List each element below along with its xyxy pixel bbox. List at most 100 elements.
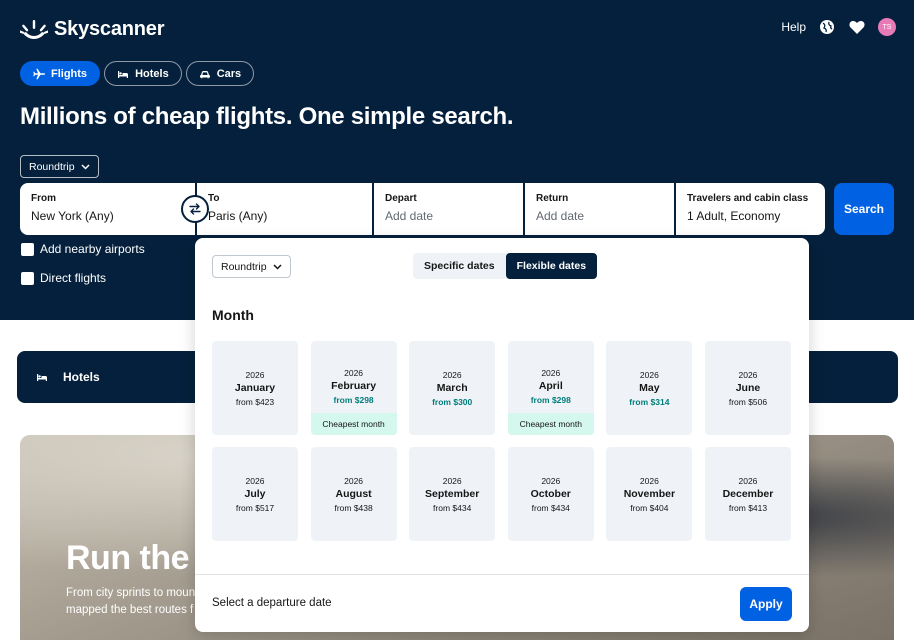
footer-instruction: Select a departure date <box>212 597 332 609</box>
return-field[interactable]: Return Add date <box>525 183 674 235</box>
month-year: 2026 <box>245 370 265 380</box>
popup-trip-type-value: Roundtrip <box>221 260 267 273</box>
month-grid: 2026 January from $423 2026 February from $29… <box>212 341 791 541</box>
depart-field[interactable]: Depart Add date <box>374 183 523 235</box>
bed-icon <box>37 374 47 381</box>
month-year: 2026 <box>442 476 462 486</box>
hotels-banner-label: Hotels <box>63 370 100 384</box>
heart-icon[interactable] <box>848 18 866 36</box>
travelers-field[interactable]: Travelers and cabin class 1 Adult, Econo… <box>676 183 825 235</box>
globe-icon[interactable] <box>818 18 836 36</box>
chevron-down-icon <box>81 163 90 170</box>
month-card[interactable]: 2026 January from $423 <box>212 341 298 435</box>
month-card[interactable]: 2026 October from $434 <box>507 447 594 541</box>
brand-name: Skyscanner <box>54 18 165 40</box>
to-field[interactable]: To Paris (Any) <box>197 183 372 235</box>
tab-hotels-label: Hotels <box>135 67 169 80</box>
month-year: 2026 <box>738 370 758 380</box>
month-price: from $404 <box>630 503 669 513</box>
return-placeholder: Add date <box>536 209 585 223</box>
nearby-airports-checkbox[interactable]: Add nearby airports <box>21 242 145 256</box>
swap-arrows-icon <box>189 203 201 215</box>
trip-type-value: Roundtrip <box>29 160 75 173</box>
direct-flights-label: Direct flights <box>40 271 107 285</box>
top-navigation: Help TS <box>781 18 896 36</box>
avatar[interactable]: TS <box>878 18 896 36</box>
sunrise-logo-icon <box>20 19 48 39</box>
car-icon <box>199 70 210 78</box>
month-year: 2026 <box>738 476 758 486</box>
apply-button[interactable]: Apply <box>740 587 792 621</box>
page-headline: Millions of cheap flights. One simple se… <box>20 103 514 130</box>
promo-subtitle: From city sprints to moun mapped the bes… <box>66 587 196 616</box>
direct-flights-checkbox[interactable]: Direct flights <box>21 271 106 285</box>
month-card[interactable]: 2026 November from $404 <box>606 447 693 541</box>
month-price: from $298 <box>333 395 374 405</box>
depart-label: Depart <box>385 193 417 204</box>
month-card[interactable]: 2026 May from $314 <box>606 341 693 435</box>
checkbox-box[interactable] <box>21 242 34 256</box>
month-name: January <box>234 382 276 394</box>
month-card[interactable]: 2026 June from $506 <box>704 341 791 435</box>
month-card[interactable]: 2026 September from $434 <box>409 447 496 541</box>
travelers-label: Travelers and cabin class <box>687 193 809 204</box>
month-card[interactable]: 2026 April from $298 Cheapest month <box>507 341 594 435</box>
month-name: April <box>538 380 563 392</box>
month-price: from $506 <box>728 397 768 407</box>
tab-cars-label: Cars <box>216 67 242 80</box>
month-name: May <box>639 382 660 394</box>
trip-type-select[interactable]: Roundtrip <box>20 155 99 178</box>
month-year: 2026 <box>344 368 364 378</box>
from-field[interactable]: From New York (Any) <box>20 183 195 235</box>
tab-hotels[interactable]: Hotels <box>104 61 182 86</box>
bed-icon <box>118 70 129 78</box>
to-label: To <box>208 193 220 204</box>
month-price: from $413 <box>728 503 768 513</box>
month-year: 2026 <box>639 370 659 380</box>
vertical-tabs: Flights Hotels Cars <box>20 61 255 86</box>
from-label: From <box>31 193 56 204</box>
month-name: July <box>244 488 266 500</box>
flexible-dates-button[interactable]: Flexible dates <box>505 253 598 279</box>
month-name: September <box>425 488 480 500</box>
month-price: from $438 <box>334 503 373 513</box>
month-name: August <box>335 488 372 500</box>
travelers-value: 1 Adult, Economy <box>687 209 781 223</box>
date-mode-toggle: Specific dates Flexible dates <box>413 253 598 279</box>
month-price: from $314 <box>629 397 670 407</box>
plane-icon <box>33 68 45 79</box>
specific-dates-button[interactable]: Specific dates <box>413 253 506 279</box>
month-card[interactable]: 2026 March from $300 <box>409 341 496 435</box>
month-card[interactable]: 2026 December from $413 <box>704 447 791 541</box>
month-price: from $300 <box>432 397 473 407</box>
month-card[interactable]: 2026 February from $298 Cheapest month <box>310 341 397 435</box>
swap-locations-button[interactable] <box>181 195 209 223</box>
tab-flights[interactable]: Flights <box>20 61 101 86</box>
month-name: March <box>436 382 468 394</box>
nearby-airports-label: Add nearby airports <box>40 242 145 256</box>
month-price: from $434 <box>531 503 570 513</box>
help-link[interactable]: Help <box>781 20 806 34</box>
month-name: June <box>735 382 761 394</box>
month-card[interactable]: 2026 August from $438 <box>310 447 397 541</box>
month-price: from $298 <box>530 395 571 405</box>
month-name: December <box>722 488 774 500</box>
skyscanner-logo[interactable]: Skyscanner <box>20 18 164 41</box>
checkbox-box[interactable] <box>21 271 34 285</box>
popup-trip-type-select[interactable]: Roundtrip <box>212 255 291 278</box>
month-year: 2026 <box>541 476 561 486</box>
date-picker-popup: Roundtrip Specific dates Flexible dates … <box>195 238 809 632</box>
month-price: from $434 <box>433 503 472 513</box>
depart-placeholder: Add date <box>385 209 434 223</box>
month-name: November <box>623 488 676 500</box>
month-year: 2026 <box>344 476 364 486</box>
from-value: New York (Any) <box>31 209 114 223</box>
cheapest-month-badge: Cheapest month <box>507 413 594 435</box>
cheapest-month-badge: Cheapest month <box>310 413 397 435</box>
tab-cars[interactable]: Cars <box>185 61 255 86</box>
month-card[interactable]: 2026 July from $517 <box>212 447 298 541</box>
chevron-down-icon <box>273 263 282 270</box>
search-button[interactable]: Search <box>834 183 894 235</box>
to-value: Paris (Any) <box>208 209 268 223</box>
popup-footer: Select a departure date Apply <box>195 574 809 632</box>
